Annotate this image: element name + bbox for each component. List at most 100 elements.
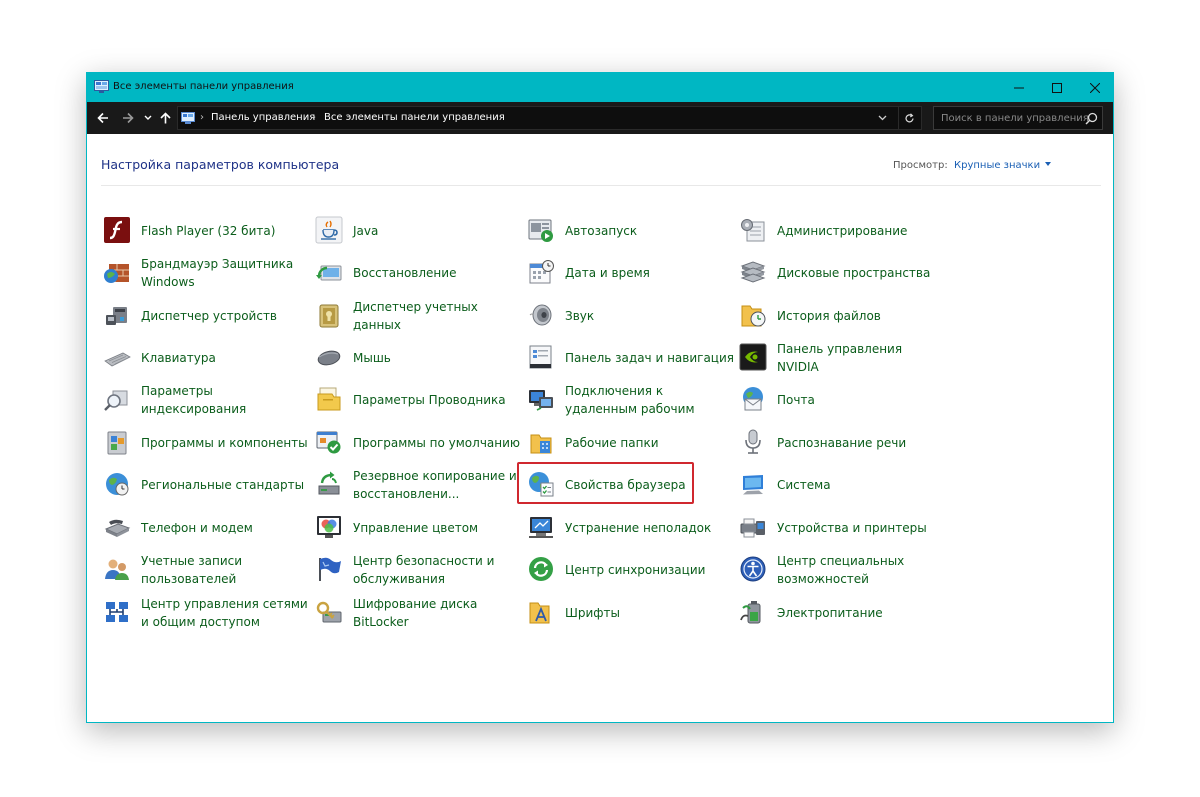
- item-ease-of-access[interactable]: Центр специальных возможностей: [739, 550, 945, 590]
- item-remote-desktop[interactable]: Подключения к удаленным рабочим: [527, 380, 733, 420]
- phone-modem-icon: [104, 519, 131, 537]
- microphone-icon: [745, 429, 761, 454]
- item-firewall[interactable]: Брандмауэр Защитника Windows: [103, 253, 309, 293]
- java-icon: [315, 216, 343, 244]
- item-mouse[interactable]: Мышь: [315, 338, 521, 378]
- remote-desktop-icon: [529, 390, 553, 411]
- item-phone-modem[interactable]: Телефон и модем: [103, 508, 309, 548]
- recovery-icon: [316, 265, 342, 281]
- item-storage-spaces[interactable]: Дисковые пространства: [739, 253, 945, 293]
- item-mail[interactable]: Почта: [739, 380, 945, 420]
- item-nvidia-control-panel[interactable]: Панель управления NVIDIA: [739, 338, 945, 378]
- navigation-bar: › Панель управления › Все элементы панел…: [87, 102, 1113, 134]
- arrow-left-icon: [97, 112, 108, 124]
- title-bar[interactable]: Все элементы панели управления: [87, 73, 1113, 102]
- breadcrumb-all-items[interactable]: Все элементы панели управления: [324, 112, 505, 123]
- address-bar[interactable]: › Панель управления › Все элементы панел…: [177, 106, 922, 130]
- view-label: Просмотр:: [893, 160, 948, 171]
- item-programs-features[interactable]: Программы и компоненты: [103, 423, 309, 463]
- mouse-icon: [317, 350, 341, 366]
- autoplay-icon: [528, 219, 553, 242]
- flash-player-icon: [104, 217, 130, 243]
- back-button[interactable]: [93, 102, 113, 134]
- network-sharing-icon: [106, 602, 128, 622]
- bitlocker-icon: [316, 601, 342, 623]
- view-mode-dropdown[interactable]: Крупные значки: [954, 160, 1052, 171]
- minimize-button[interactable]: [1000, 73, 1038, 102]
- item-work-folders[interactable]: Рабочие папки: [527, 423, 733, 463]
- highlight-frame: [517, 462, 694, 504]
- item-default-programs[interactable]: Программы по умолчанию: [315, 423, 521, 463]
- security-maintenance-flag-icon: [319, 557, 341, 581]
- arrow-up-icon: [159, 112, 171, 124]
- refresh-button[interactable]: [898, 107, 920, 129]
- chevron-right-icon: ›: [312, 112, 316, 123]
- item-device-manager[interactable]: Диспетчер устройств: [103, 296, 309, 336]
- item-troubleshooting[interactable]: Устранение неполадок: [527, 508, 733, 548]
- item-credential-manager[interactable]: Диспетчер учетных данных: [315, 296, 521, 336]
- item-speech-recognition[interactable]: Распознавание речи: [739, 423, 945, 463]
- item-java[interactable]: Java: [315, 211, 521, 251]
- chevron-down-icon: [878, 115, 886, 121]
- arrow-right-icon: [123, 112, 134, 124]
- item-recovery[interactable]: Восстановление: [315, 253, 521, 293]
- item-autoplay[interactable]: Автозапуск: [527, 211, 733, 251]
- recent-locations-button[interactable]: [142, 102, 154, 134]
- divider: [101, 185, 1101, 186]
- item-network-sharing-center[interactable]: Центр управления сетями и общим доступом: [103, 593, 309, 633]
- item-security-maintenance[interactable]: Центр безопасности и обслуживания: [315, 550, 521, 590]
- window-title: Все элементы панели управления: [113, 81, 294, 92]
- power-options-icon: [740, 601, 761, 624]
- chevron-right-icon: ›: [200, 112, 204, 123]
- item-system[interactable]: Система: [739, 465, 945, 505]
- breadcrumb-control-panel[interactable]: Панель управления: [211, 112, 315, 123]
- item-devices-printers[interactable]: Устройства и принтеры: [739, 508, 945, 548]
- item-keyboard[interactable]: Клавиатура: [103, 338, 309, 378]
- item-fonts[interactable]: Шрифты: [527, 593, 733, 633]
- search-input[interactable]: Поиск в панели управления: [941, 113, 1089, 124]
- item-administration[interactable]: Администрирование: [739, 211, 945, 251]
- system-icon: [743, 475, 763, 495]
- item-file-history[interactable]: История файлов: [739, 296, 945, 336]
- minimize-icon: [1014, 87, 1024, 88]
- item-sync-center[interactable]: Центр синхронизации: [527, 550, 733, 590]
- search-box[interactable]: Поиск в панели управления: [933, 106, 1103, 130]
- item-sound[interactable]: Звук: [527, 296, 733, 336]
- search-icon[interactable]: [1085, 112, 1098, 125]
- page-title: Настройка параметров компьютера: [101, 157, 340, 172]
- maximize-button[interactable]: [1038, 73, 1076, 102]
- sync-center-icon: [529, 557, 553, 581]
- close-button[interactable]: [1076, 73, 1114, 102]
- item-taskbar-navigation[interactable]: Панель задач и навигация: [527, 338, 734, 378]
- item-user-accounts[interactable]: Учетные записи пользователей: [103, 550, 309, 590]
- item-backup-restore[interactable]: Резервное копирование и восстановлени...: [315, 465, 521, 505]
- explorer-options-icon: [317, 387, 341, 411]
- view-mode-value: Крупные значки: [954, 160, 1041, 171]
- item-power-options[interactable]: Электропитание: [739, 593, 945, 633]
- date-time-icon: [529, 260, 554, 284]
- control-panel-icon: [94, 80, 109, 93]
- item-color-management[interactable]: Управление цветом: [315, 508, 521, 548]
- programs-features-icon: [107, 431, 127, 455]
- item-flash-player[interactable]: Flash Player (32 бита): [103, 211, 309, 251]
- item-bitlocker[interactable]: Шифрование диска BitLocker: [315, 593, 521, 633]
- forward-button[interactable]: [118, 102, 138, 134]
- work-folders-icon: [530, 434, 552, 454]
- item-regional-settings[interactable]: Региональные стандарты: [103, 465, 309, 505]
- item-indexing-options[interactable]: Параметры индексирования: [103, 380, 309, 420]
- file-history-icon: [741, 305, 766, 327]
- control-panel-icon: [181, 112, 195, 124]
- item-date-time[interactable]: Дата и время: [527, 253, 733, 293]
- caret-down-icon: [1045, 162, 1052, 166]
- administrative-tools-icon: [741, 219, 765, 242]
- up-button[interactable]: [157, 102, 173, 134]
- backup-restore-icon: [318, 471, 340, 495]
- control-panel-window: Все элементы панели управления › Панель …: [86, 72, 1114, 723]
- nvidia-icon: [739, 343, 767, 371]
- user-accounts-icon: [105, 559, 129, 580]
- device-manager-icon: [106, 307, 127, 325]
- item-explorer-options[interactable]: Параметры Проводника: [315, 380, 521, 420]
- firewall-icon: [104, 264, 129, 283]
- address-history-button[interactable]: [874, 107, 890, 129]
- devices-printers-icon: [740, 518, 765, 538]
